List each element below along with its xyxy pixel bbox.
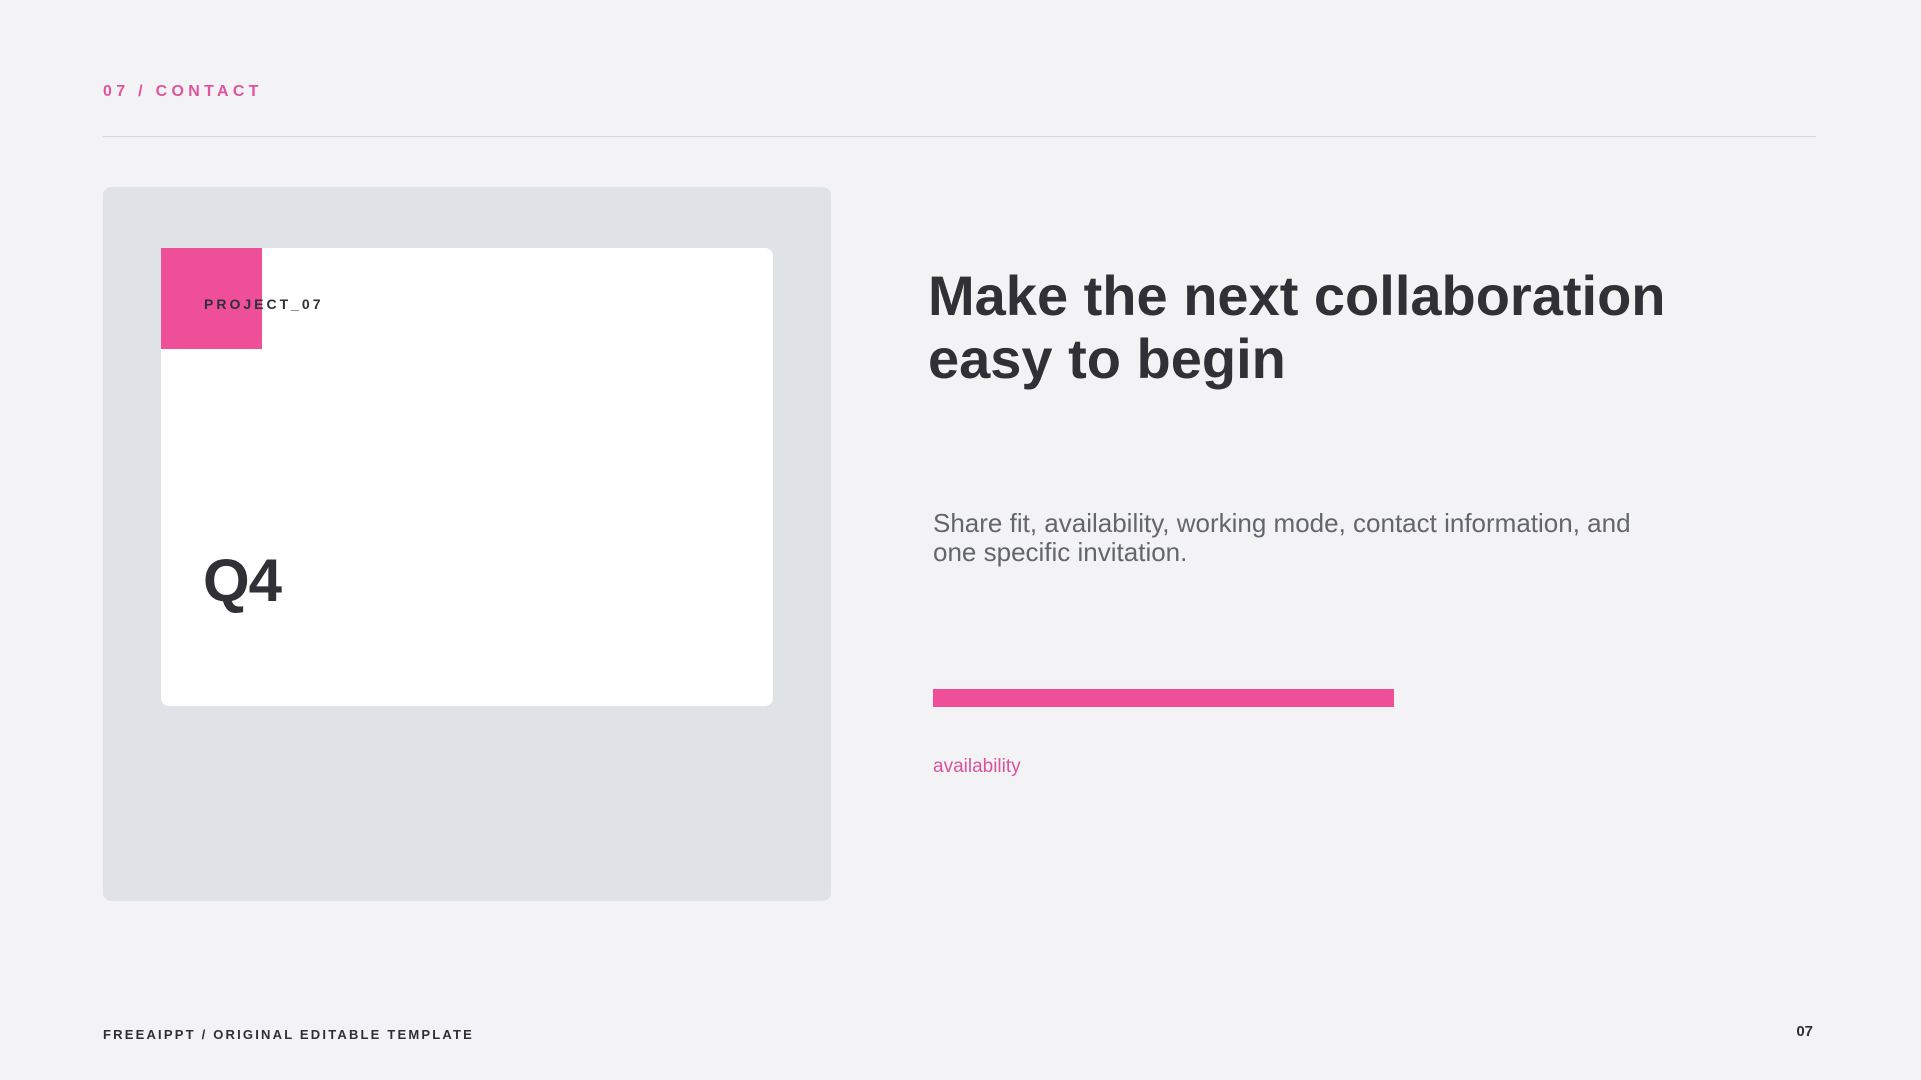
body-text: Share fit, availability, working mode, c…	[933, 508, 1631, 567]
slide-headline: Make the next collaboration easy to begi…	[928, 264, 1728, 390]
headline-line-2: easy to begin	[928, 327, 1286, 390]
availability-bar	[933, 689, 1495, 707]
page-number: 07	[1796, 1023, 1813, 1040]
section-label: 07 / CONTACT	[103, 83, 263, 100]
availability-bar-fill	[933, 689, 1394, 707]
availability-bar-label: availability	[933, 756, 1021, 777]
header-divider	[103, 136, 1816, 137]
footer-brand: FREEAIPPT / ORIGINAL EDITABLE TEMPLATE	[103, 1027, 475, 1042]
headline-line-1: Make the next collaboration	[928, 264, 1666, 327]
card-value: Q4	[203, 547, 282, 614]
card-tag: PROJECT_07	[204, 296, 324, 312]
